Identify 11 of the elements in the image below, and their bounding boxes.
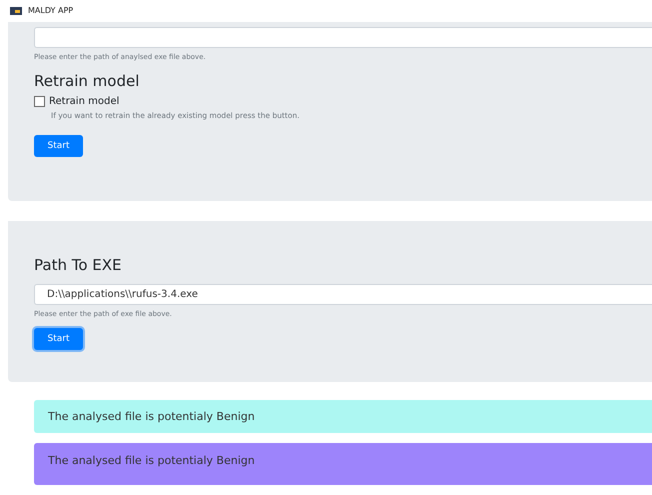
window-title: MALDY APP: [28, 6, 74, 16]
app-logo-icon: [10, 6, 22, 15]
start-button[interactable]: Start: [34, 328, 83, 350]
start-button[interactable]: Start: [34, 134, 83, 156]
checkbox[interactable]: Retrain model: [34, 96, 652, 106]
input-field[interactable]: [34, 26, 652, 48]
section-heading: Path To EXE: [34, 256, 123, 274]
input-field[interactable]: D:\\applications\\rufus-3.4.exe: [34, 284, 652, 305]
section-heading: Retrain model: [34, 72, 140, 90]
alert-message: The analysed file is potentialy Benign: [34, 442, 652, 486]
alert-message: The analysed file is potentialy Benign: [34, 400, 652, 433]
